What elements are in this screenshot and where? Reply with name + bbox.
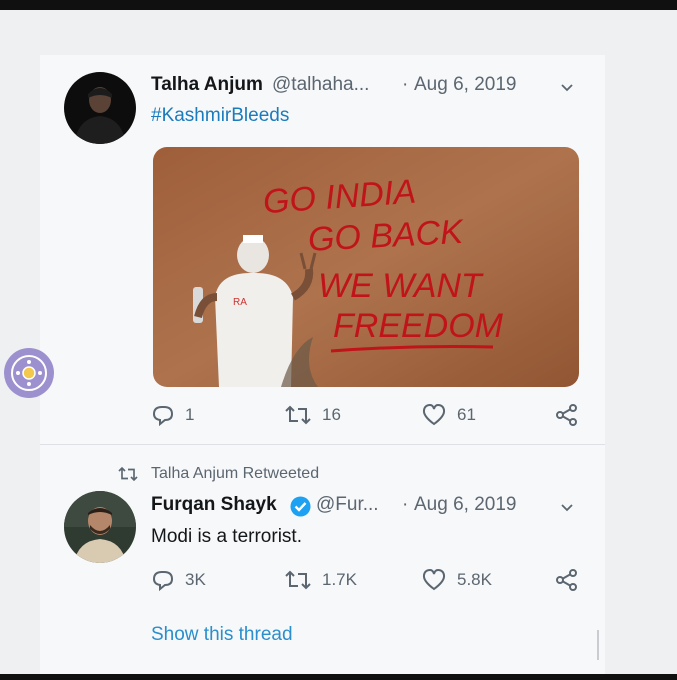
author-handle[interactable]: @talhaha... xyxy=(272,74,369,96)
tweet-date[interactable]: Aug 6, 2019 xyxy=(414,494,516,516)
avatar-talha[interactable] xyxy=(64,72,136,144)
retweet-count: 16 xyxy=(322,405,341,424)
separator-dot: · xyxy=(402,74,409,95)
reply-count: 3K xyxy=(185,570,206,589)
reply-count: 1 xyxy=(185,405,195,424)
tweet-image[interactable]: GO INDIA GO BACK WE WANT FREEDOM RA xyxy=(153,147,579,387)
tweet-date[interactable]: Aug 6, 2019 xyxy=(414,74,516,96)
share-button[interactable] xyxy=(555,568,579,592)
retweeted-icon xyxy=(118,466,138,482)
share-button[interactable] xyxy=(555,403,579,427)
reply-icon xyxy=(152,406,174,427)
separator-dot: · xyxy=(402,494,409,515)
author-name[interactable]: Talha Anjum xyxy=(151,74,263,96)
like-count: 61 xyxy=(457,405,476,424)
avatar-furqan[interactable] xyxy=(64,491,136,563)
chevron-down-icon[interactable] xyxy=(561,82,573,94)
scroll-edge-marker xyxy=(597,630,599,660)
author-handle[interactable]: @Fur... xyxy=(316,494,379,516)
chevron-down-icon[interactable] xyxy=(561,502,573,514)
share-icon xyxy=(556,569,577,591)
retweet-button[interactable]: 16 xyxy=(284,403,341,427)
retweet-count: 1.7K xyxy=(322,570,357,589)
show-thread-link[interactable]: Show this thread xyxy=(151,624,293,646)
retweet-icon xyxy=(285,405,311,425)
svg-text:RA: RA xyxy=(233,297,247,308)
like-icon xyxy=(422,403,446,426)
retweet-button[interactable]: 1.7K xyxy=(284,568,357,592)
graffiti-line-3: WE WANT xyxy=(318,267,484,305)
top-screen-edge xyxy=(0,0,677,10)
graffiti-line-4: FREEDOM xyxy=(333,307,504,345)
verified-icon xyxy=(290,496,311,517)
tweet-text: Modi is a terrorist. xyxy=(151,526,302,547)
bottom-screen-edge xyxy=(0,674,677,680)
tweet-divider xyxy=(40,444,605,445)
share-icon xyxy=(556,404,577,426)
like-button[interactable]: 5.8K xyxy=(421,568,492,592)
assistive-touch-button[interactable] xyxy=(4,348,54,398)
reply-button[interactable]: 1 xyxy=(151,403,194,427)
reply-icon xyxy=(152,571,174,592)
retweeted-by-label[interactable]: Talha Anjum Retweeted xyxy=(151,465,319,483)
like-icon xyxy=(422,568,446,591)
hashtag-link[interactable]: #KashmirBleeds xyxy=(151,105,289,127)
assistive-touch-icon xyxy=(11,355,47,391)
like-count: 5.8K xyxy=(457,570,492,589)
reply-button[interactable]: 3K xyxy=(151,568,206,592)
like-button[interactable]: 61 xyxy=(421,403,476,427)
retweet-icon xyxy=(285,570,311,590)
author-name[interactable]: Furqan Shayk xyxy=(151,494,277,516)
